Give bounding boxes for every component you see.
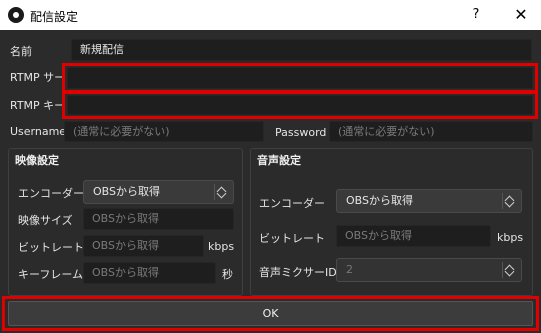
video-encoder-select[interactable]: OBSから取得 (83, 180, 234, 204)
help-button[interactable]: ? (462, 0, 490, 30)
audio-mixer-value: 2 (346, 263, 353, 276)
audio-mixer-label: 音声ミクサーID (259, 266, 337, 279)
window-title: 配信設定 (30, 10, 79, 24)
video-bitrate-label: ビットレート (18, 241, 84, 254)
audio-encoder-label: エンコーダー (259, 197, 325, 210)
rtmp-server-highlight (62, 63, 538, 93)
name-field[interactable]: 新規配信 (71, 39, 532, 61)
audio-encoder-value: OBSから取得 (346, 194, 413, 207)
username-label: Username (10, 125, 67, 138)
ok-button-highlight (2, 296, 539, 331)
rtmp-key-highlight (62, 91, 538, 119)
audio-bitrate-field[interactable]: OBSから取得 (336, 225, 491, 247)
audio-mixer-spinbox[interactable]: 2 (336, 258, 522, 282)
video-settings-title: 映像設定 (15, 154, 59, 167)
rtmp-key-label: RTMP キー (10, 99, 64, 112)
title-bar: 配信設定 ? ✕ (0, 0, 541, 30)
updown-chevron-icon (214, 184, 228, 200)
rtmp-server-label: RTMP サーバー (10, 71, 64, 84)
name-label: 名前 (10, 45, 32, 58)
video-keyframe-unit: 秒 (222, 268, 233, 281)
updown-chevron-icon (502, 193, 516, 209)
password-field[interactable]: (通常に必要がない) (329, 121, 533, 142)
video-size-label: 映像サイズ (18, 214, 73, 227)
video-bitrate-field[interactable]: OBSから取得 (83, 235, 204, 257)
audio-bitrate-unit: kbps (497, 231, 524, 244)
username-field[interactable]: (通常に必要がない) (64, 121, 264, 142)
video-encoder-label: エンコーダー (18, 187, 84, 200)
audio-encoder-select[interactable]: OBSから取得 (336, 189, 522, 213)
audio-settings-title: 音声設定 (257, 154, 301, 167)
password-label: Password (275, 126, 327, 139)
video-encoder-value: OBSから取得 (93, 185, 160, 198)
video-size-field[interactable]: OBSから取得 (83, 208, 234, 230)
audio-bitrate-label: ビットレート (259, 232, 325, 245)
video-keyframe-label: キーフレーム (18, 268, 84, 281)
video-keyframe-field[interactable]: OBSから取得 (83, 262, 216, 284)
updown-chevron-icon (502, 262, 516, 278)
close-button[interactable]: ✕ (506, 0, 536, 30)
obs-logo-icon (8, 7, 24, 23)
video-bitrate-unit: kbps (208, 240, 235, 253)
